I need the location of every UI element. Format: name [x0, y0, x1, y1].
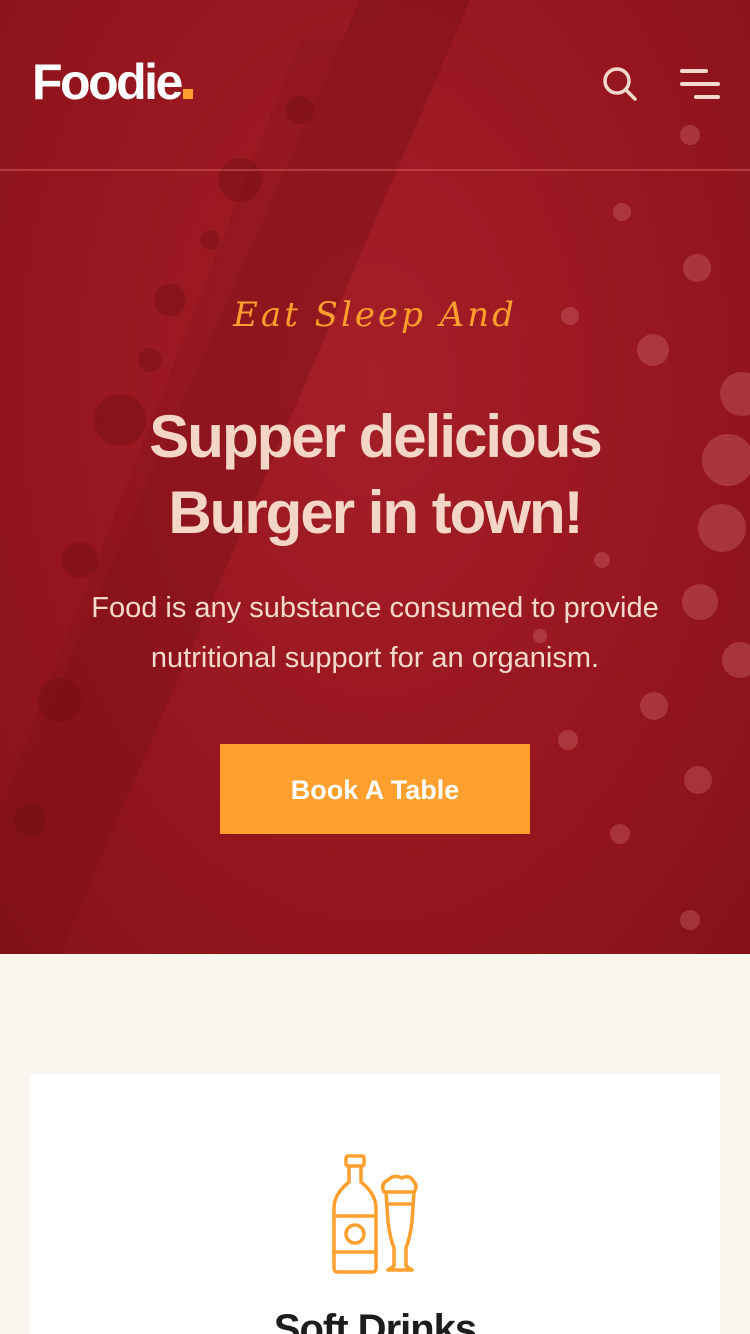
hero-headline-line-2: Burger in town! — [168, 479, 583, 546]
feature-card-title: Soft Drinks — [273, 1307, 477, 1334]
book-a-table-button[interactable]: Book A Table — [220, 744, 530, 834]
site-header: Foodie — [0, 0, 750, 171]
hero-tagline: Eat Sleep And — [233, 295, 517, 335]
hero-headline-line-1: Supper delicious — [149, 403, 602, 470]
menu-icon — [680, 69, 720, 99]
logo-text: Foodie — [32, 54, 183, 110]
logo[interactable]: Foodie — [32, 52, 193, 112]
search-button[interactable] — [596, 60, 644, 108]
menu-button[interactable] — [676, 60, 724, 108]
feature-card[interactable]: Soft Drinks — [30, 1074, 720, 1334]
search-icon — [603, 67, 637, 101]
hero-description: Food is any substance consumed to provid… — [91, 592, 659, 674]
drinks-icon — [332, 1154, 418, 1274]
hero-section: Foodie Eat Sleep And Supper delicious Bu… — [0, 0, 750, 954]
hero-content: Eat Sleep And Supper delicious Burger in… — [0, 171, 750, 954]
hero-headline: Supper delicious Burger in town! — [0, 399, 750, 551]
page: Foodie Eat Sleep And Supper delicious Bu… — [0, 0, 750, 1334]
logo-accent-dot — [182, 89, 193, 99]
